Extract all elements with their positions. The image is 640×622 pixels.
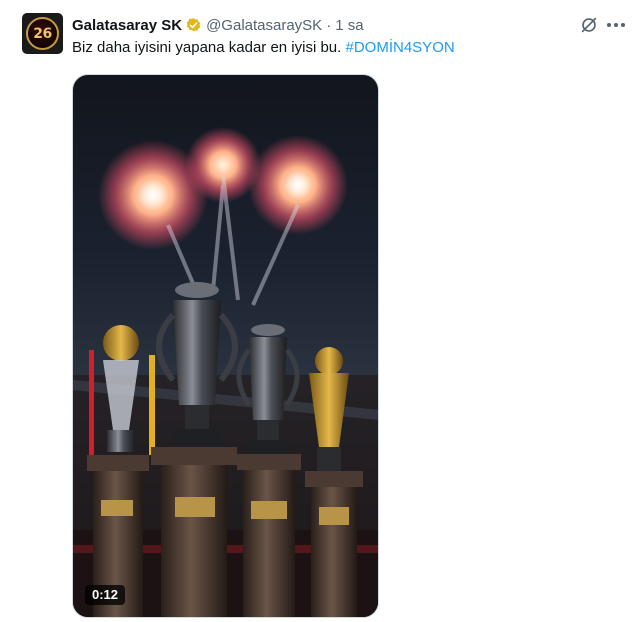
tweet-card[interactable]: 26 Galatasaray SK @GalatasaraySK · 1 sa … [0,0,640,622]
avatar[interactable]: 26 [22,13,63,54]
gold-verified-icon[interactable] [185,17,202,34]
avatar-number: 26 [33,25,52,42]
more-options-icon[interactable] [604,14,628,36]
hashtag-link[interactable]: #DOMİN4SYON [346,39,455,56]
video-thumbnail [73,127,378,617]
tweet-header: Galatasaray SK @GalatasaraySK · 1 sa [72,15,364,35]
video-duration: 0:12 [85,585,126,605]
tweet-text: Biz daha iyisini yapana kadar en iyisi b… [72,38,455,58]
separator-dot: · [326,16,332,34]
video-player[interactable] [72,74,379,618]
tweet-body-text: Biz daha iyisini yapana kadar en iyisi b… [72,39,342,56]
display-name[interactable]: Galatasaray SK [72,17,182,34]
club-crest-icon: 26 [26,17,59,50]
handle[interactable]: @GalatasaraySK [206,17,322,34]
timestamp[interactable]: 1 sa [335,17,363,34]
grok-icon[interactable] [578,14,600,36]
